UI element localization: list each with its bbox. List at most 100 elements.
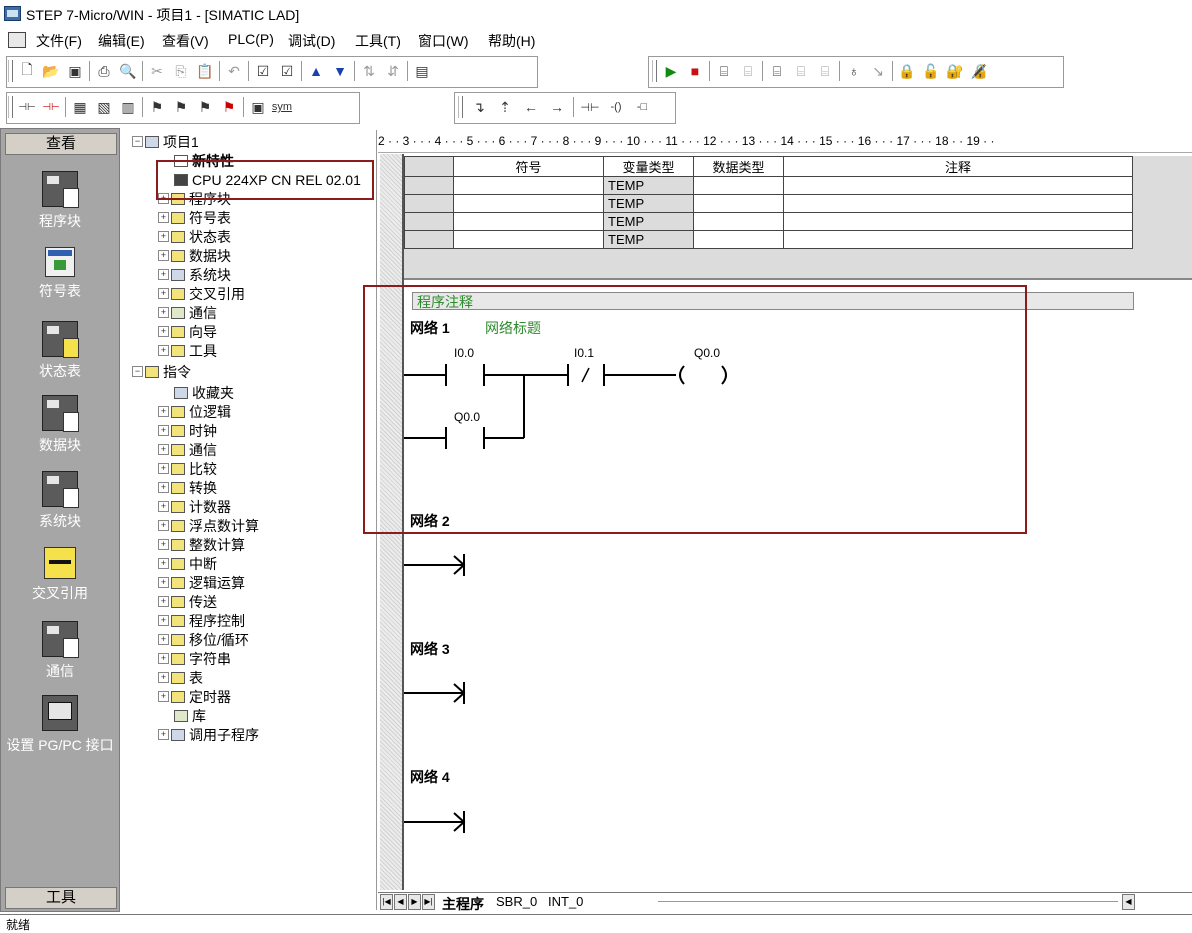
expand-icon[interactable]: + bbox=[158, 288, 169, 299]
toggle-poe-icon[interactable]: ▦ bbox=[70, 97, 90, 117]
line-left-icon[interactable]: ← bbox=[521, 97, 541, 117]
tree-item-cross-reference[interactable]: + 交叉引用 bbox=[158, 284, 245, 303]
tree-item-library[interactable]: 库 bbox=[174, 706, 206, 725]
lock-all-icon[interactable]: 🔐 bbox=[945, 61, 965, 81]
header-data-type[interactable]: 数据类型 bbox=[693, 156, 784, 177]
expand-icon[interactable]: + bbox=[158, 729, 169, 740]
prev-bookmark-icon[interactable]: ⚑ bbox=[195, 97, 215, 117]
expand-icon[interactable]: + bbox=[158, 615, 169, 626]
box-icon[interactable]: -□ bbox=[632, 97, 652, 117]
menu-debug[interactable]: 调试(D) bbox=[288, 31, 335, 51]
collapse-icon[interactable]: − bbox=[132, 366, 143, 377]
expand-icon[interactable]: + bbox=[158, 345, 169, 356]
run-icon[interactable]: ▶ bbox=[661, 61, 681, 81]
insert-network-icon[interactable]: ⊣⊢ bbox=[17, 97, 37, 117]
tree-item-bit-logic[interactable]: + 位逻辑 bbox=[158, 402, 231, 421]
single-read-icon[interactable]: ⌸ bbox=[791, 61, 811, 81]
tree-item-system-block[interactable]: + 系统块 bbox=[158, 265, 231, 284]
network-4-empty-rung[interactable] bbox=[404, 807, 474, 837]
tree-item-timer[interactable]: + 定时器 bbox=[158, 687, 231, 706]
tree-item-clock[interactable]: + 时钟 bbox=[158, 421, 217, 440]
tree-item-logic-ops[interactable]: + 逻辑运算 bbox=[158, 573, 245, 592]
scroll-left-icon[interactable]: ◀ bbox=[1122, 894, 1135, 910]
tree-item-convert[interactable]: + 转换 bbox=[158, 478, 217, 497]
tree-item-program-control[interactable]: + 程序控制 bbox=[158, 611, 245, 630]
status-chart-icon[interactable]: ⌸ bbox=[767, 61, 787, 81]
tree-item-move[interactable]: + 传送 bbox=[158, 592, 217, 611]
nav-footer-tools[interactable]: 工具 bbox=[5, 887, 117, 909]
expand-icon[interactable]: + bbox=[158, 501, 169, 512]
read-forced-icon[interactable]: 🔏 bbox=[969, 61, 989, 81]
expand-icon[interactable]: + bbox=[158, 691, 169, 702]
coil-icon[interactable]: -() bbox=[606, 97, 626, 117]
expand-icon[interactable]: + bbox=[158, 212, 169, 223]
collapse-icon[interactable]: − bbox=[132, 136, 143, 147]
nav-cross-reference[interactable]: 交叉引用 bbox=[1, 547, 119, 603]
tree-item-counter[interactable]: + 计数器 bbox=[158, 497, 231, 516]
open-folder-icon[interactable]: 📂 bbox=[41, 61, 61, 81]
expand-icon[interactable]: + bbox=[158, 539, 169, 550]
header-symbol[interactable]: 符号 bbox=[453, 156, 604, 177]
tree-item-compare[interactable]: + 比较 bbox=[158, 459, 217, 478]
next-tab-icon[interactable]: ▶ bbox=[408, 894, 421, 910]
tree-item-float-math[interactable]: + 浮点数计算 bbox=[158, 516, 259, 535]
unforce-icon[interactable]: ↘ bbox=[868, 61, 888, 81]
tree-item-tools[interactable]: + 工具 bbox=[158, 341, 217, 360]
save-all-icon[interactable]: ▣ bbox=[65, 61, 85, 81]
lock-icon[interactable]: 🔒 bbox=[897, 61, 917, 81]
expand-icon[interactable]: + bbox=[158, 307, 169, 318]
tree-item-project[interactable]: − 项目1 bbox=[132, 132, 199, 151]
tab-main-program[interactable]: 主程序 bbox=[442, 894, 484, 914]
tree-item-shift-rotate[interactable]: + 移位/循环 bbox=[158, 630, 249, 649]
remove-bookmarks-icon[interactable]: ⚑ bbox=[219, 97, 239, 117]
unlock-icon[interactable]: 🔓 bbox=[921, 61, 941, 81]
contact-icon[interactable]: ⊣⊢ bbox=[580, 97, 600, 117]
tree-item-symbol-table[interactable]: + 符号表 bbox=[158, 208, 231, 227]
expand-icon[interactable]: + bbox=[158, 444, 169, 455]
tab-int-0[interactable]: INT_0 bbox=[548, 894, 583, 909]
tree-item-table[interactable]: + 表 bbox=[158, 668, 203, 687]
network-3-label[interactable]: 网络 3 bbox=[410, 639, 450, 659]
tree-item-call-subroutine[interactable]: + 调用子程序 bbox=[158, 725, 259, 744]
tree-item-string[interactable]: + 字符串 bbox=[158, 649, 231, 668]
nav-status-table[interactable]: 状态表 bbox=[1, 321, 119, 381]
compile-icon[interactable]: ☑ bbox=[253, 61, 273, 81]
menu-help[interactable]: 帮助(H) bbox=[488, 31, 535, 51]
expand-icon[interactable]: + bbox=[158, 596, 169, 607]
line-right-icon[interactable]: → bbox=[547, 97, 567, 117]
download-icon[interactable]: ▼ bbox=[330, 61, 350, 81]
menu-file[interactable]: 文件(F) bbox=[36, 31, 82, 51]
nav-communication[interactable]: 通信 bbox=[1, 621, 119, 681]
sort-descending-icon[interactable]: ⇵ bbox=[383, 61, 403, 81]
nav-program-block[interactable]: 程序块 bbox=[1, 171, 119, 231]
symbol-table-icon[interactable]: ▥ bbox=[118, 97, 138, 117]
print-preview-icon[interactable]: 🔍 bbox=[118, 61, 138, 81]
symbol-apply-icon[interactable]: ▣ bbox=[248, 97, 268, 117]
network-2-empty-rung[interactable] bbox=[404, 550, 474, 580]
tree-item-wizard[interactable]: + 向导 bbox=[158, 322, 217, 341]
compile-all-icon[interactable]: ☑ bbox=[277, 61, 297, 81]
menu-plc[interactable]: PLC(P) bbox=[228, 31, 274, 47]
expand-icon[interactable]: + bbox=[158, 406, 169, 417]
expand-icon[interactable]: + bbox=[158, 231, 169, 242]
expand-icon[interactable]: + bbox=[158, 326, 169, 337]
toggle-bookmark-icon[interactable]: ⚑ bbox=[147, 97, 167, 117]
sort-ascending-icon[interactable]: ⇅ bbox=[359, 61, 379, 81]
new-file-icon[interactable]: 🗋 bbox=[17, 61, 37, 81]
network-4-label[interactable]: 网络 4 bbox=[410, 767, 450, 787]
force-icon[interactable]: ♁ bbox=[844, 61, 864, 81]
expand-icon[interactable]: + bbox=[158, 482, 169, 493]
expand-icon[interactable]: + bbox=[158, 577, 169, 588]
copy-icon[interactable]: ⎘ bbox=[171, 61, 191, 81]
nav-data-block[interactable]: 数据块 bbox=[1, 395, 119, 455]
document-menu-icon[interactable] bbox=[8, 32, 26, 48]
expand-icon[interactable]: + bbox=[158, 520, 169, 531]
nav-system-block[interactable]: 系统块 bbox=[1, 471, 119, 531]
tree-item-data-block[interactable]: + 数据块 bbox=[158, 246, 231, 265]
expand-icon[interactable]: + bbox=[158, 558, 169, 569]
expand-icon[interactable]: + bbox=[158, 634, 169, 645]
delete-network-icon[interactable]: ⊣⊢ bbox=[41, 97, 61, 117]
tree-item-instructions[interactable]: − 指令 bbox=[132, 362, 191, 381]
toggle-comment-icon[interactable]: ▧ bbox=[94, 97, 114, 117]
nav-symbol-table[interactable]: 符号表 bbox=[1, 247, 119, 301]
